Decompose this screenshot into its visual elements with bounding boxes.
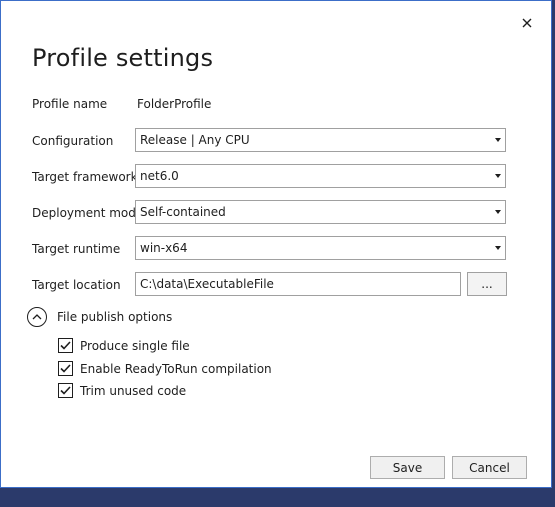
- configuration-label: Configuration: [32, 134, 114, 148]
- trim-unused-code-option[interactable]: Trim unused code: [58, 383, 186, 398]
- chevron-down-icon: [495, 138, 501, 142]
- target-runtime-dropdown[interactable]: win-x64: [135, 236, 506, 260]
- deployment-mode-value: Self-contained: [140, 205, 226, 219]
- profile-settings-dialog: Profile settings Profile name FolderProf…: [0, 0, 552, 488]
- target-runtime-label: Target runtime: [32, 242, 121, 256]
- checkmark-icon: [60, 386, 71, 395]
- profile-name-value: FolderProfile: [137, 97, 212, 111]
- target-location-label: Target location: [32, 278, 121, 292]
- chevron-down-icon: [495, 246, 501, 250]
- checkmark-icon: [60, 341, 71, 350]
- checkmark-icon: [60, 364, 71, 373]
- target-runtime-value: win-x64: [140, 241, 188, 255]
- close-icon: [522, 18, 532, 28]
- file-publish-options-expander[interactable]: File publish options: [27, 307, 172, 327]
- target-framework-label: Target framework: [32, 170, 138, 184]
- target-framework-value: net6.0: [140, 169, 179, 183]
- chevron-down-icon: [495, 210, 501, 214]
- file-publish-options-header: File publish options: [57, 310, 173, 324]
- chevron-down-icon: [495, 174, 501, 178]
- deployment-mode-label: Deployment mode: [32, 206, 144, 220]
- configuration-value: Release | Any CPU: [140, 133, 250, 147]
- trim-unused-code-checkbox[interactable]: [58, 383, 73, 398]
- enable-readytorun-label: Enable ReadyToRun compilation: [80, 361, 272, 376]
- produce-single-file-option[interactable]: Produce single file: [58, 338, 190, 353]
- save-button[interactable]: Save: [370, 456, 445, 479]
- deployment-mode-dropdown[interactable]: Self-contained: [135, 200, 506, 224]
- produce-single-file-checkbox[interactable]: [58, 338, 73, 353]
- dialog-title: Profile settings: [32, 44, 214, 72]
- enable-readytorun-checkbox[interactable]: [58, 361, 73, 376]
- browse-button[interactable]: ...: [467, 272, 507, 296]
- produce-single-file-label: Produce single file: [80, 338, 190, 353]
- close-button[interactable]: [517, 13, 537, 33]
- cancel-button[interactable]: Cancel: [452, 456, 527, 479]
- background-strip: [0, 488, 555, 507]
- trim-unused-code-label: Trim unused code: [80, 383, 187, 398]
- profile-name-label: Profile name: [32, 97, 108, 111]
- target-framework-dropdown[interactable]: net6.0: [135, 164, 506, 188]
- collapse-chevron-icon: [27, 307, 47, 327]
- configuration-dropdown[interactable]: Release | Any CPU: [135, 128, 506, 152]
- target-location-input[interactable]: [135, 272, 461, 296]
- enable-readytorun-option[interactable]: Enable ReadyToRun compilation: [58, 361, 272, 376]
